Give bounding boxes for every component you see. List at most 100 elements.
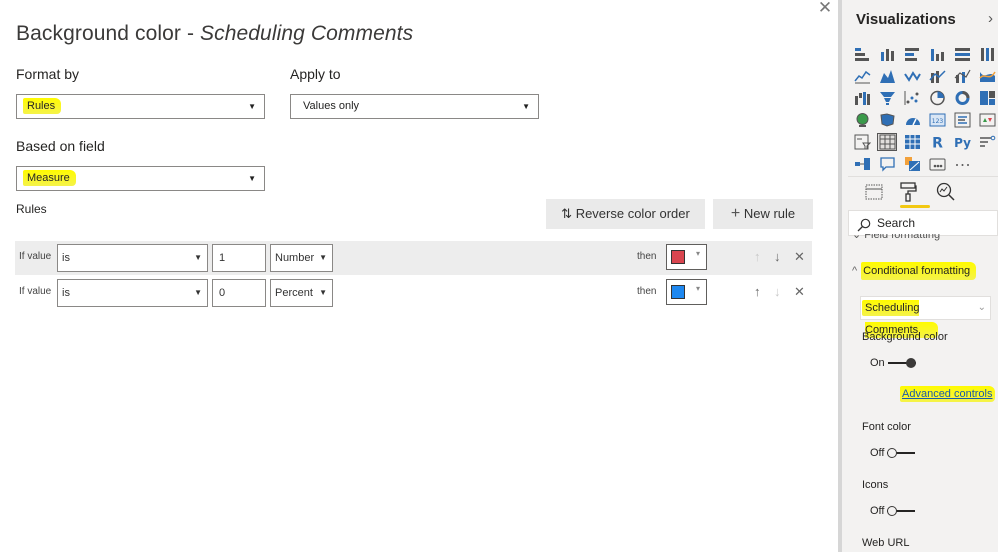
line-and-stacked-column-icon[interactable] [927, 67, 947, 85]
stacked-area-chart-icon[interactable] [902, 67, 922, 85]
if-value-label: If value [19, 286, 52, 297]
pie-chart-icon-glyph [929, 90, 945, 106]
clustered-column-chart-icon[interactable] [927, 45, 947, 63]
apply-to-value: Values only [303, 100, 360, 112]
active-tab-indicator [900, 205, 930, 208]
close-icon[interactable]: ✕ [817, 0, 833, 16]
remove-rule-icon[interactable]: ✕ [794, 284, 805, 300]
funnel-icon[interactable] [877, 89, 897, 107]
filled-map-icon-glyph [879, 113, 895, 127]
kpi-icon[interactable] [977, 111, 997, 129]
card-icon[interactable]: 123 [927, 111, 947, 129]
condition-select[interactable]: is ▼ [57, 244, 208, 272]
color-picker[interactable]: ▾ [666, 279, 707, 305]
chevron-down-icon: ▼ [194, 288, 202, 297]
analytics-icon[interactable] [934, 180, 958, 204]
filled-map-icon[interactable] [877, 111, 897, 129]
conditional-formatting-label: Conditional formatting [861, 262, 977, 280]
chevron-down-icon: ▾ [695, 249, 700, 258]
more-visuals-icon[interactable] [952, 155, 972, 173]
format-paint-roller-icon[interactable] [896, 180, 920, 204]
python-visual-icon[interactable]: Py [952, 133, 972, 151]
treemap-icon-glyph [979, 91, 995, 105]
clustered-bar-chart-icon[interactable] [902, 45, 922, 63]
based-on-field-value: Measure [23, 170, 76, 186]
100-stacked-column-chart-icon[interactable] [977, 45, 997, 63]
decomposition-tree-icon-glyph [854, 158, 870, 170]
matrix-icon[interactable] [902, 133, 922, 151]
color-swatch [671, 285, 685, 299]
title-prefix: Background color - [16, 22, 200, 45]
paginated-report-icon-glyph [929, 158, 945, 171]
pane-title: Visualizations [856, 11, 956, 28]
donut-chart-icon[interactable] [952, 89, 972, 107]
chevron-down-icon: ▾ [695, 284, 700, 293]
icons-toggle[interactable]: Off [870, 505, 916, 517]
field-formatting-section[interactable]: ⌄ Field formatting [852, 234, 940, 244]
table-icon[interactable] [877, 133, 897, 151]
100-stacked-bar-chart-icon[interactable] [952, 45, 972, 63]
key-influencers-icon[interactable] [977, 133, 997, 151]
chevron-down-icon: ▼ [248, 102, 256, 111]
pie-chart-icon[interactable] [927, 89, 947, 107]
color-picker[interactable]: ▾ [666, 244, 707, 270]
waterfall-chart-icon[interactable] [852, 89, 872, 107]
move-up-icon[interactable]: ↑ [754, 249, 761, 264]
search-input[interactable]: Search [848, 210, 998, 236]
chevron-down-icon: ⌄ [852, 234, 865, 241]
multi-row-card-icon[interactable] [952, 111, 972, 129]
move-up-icon[interactable]: ↑ [754, 284, 761, 299]
ribbon-chart-icon[interactable] [977, 67, 997, 85]
paginated-report-icon[interactable] [927, 155, 947, 173]
font-color-toggle[interactable]: Off [870, 447, 916, 459]
value-type-select[interactable]: Number ▼ [270, 244, 333, 272]
collapse-pane-icon[interactable]: › [988, 10, 993, 27]
map-icon[interactable] [852, 111, 872, 129]
scatter-chart-icon[interactable] [902, 89, 922, 107]
rules-label: Rules [16, 202, 47, 216]
condition-select[interactable]: is ▼ [57, 279, 208, 307]
100-stacked-column-chart-icon-glyph [980, 48, 994, 61]
move-down-icon[interactable]: ↓ [774, 284, 781, 299]
key-influencers-icon-glyph [979, 135, 995, 147]
reverse-color-order-label: Reverse color order [575, 206, 690, 221]
gauge-icon[interactable] [902, 111, 922, 129]
advanced-controls-link[interactable]: Advanced controls [900, 386, 995, 402]
treemap-icon[interactable] [977, 89, 997, 107]
map-icon-glyph [856, 113, 868, 127]
fields-tab-icon[interactable] [862, 180, 886, 204]
new-rule-button[interactable]: + New rule [713, 199, 813, 229]
svg-text:123: 123 [931, 118, 943, 125]
field-dropdown[interactable]: Scheduling Comments ⌄ [860, 296, 991, 338]
svg-text:R: R [932, 136, 943, 151]
condition-value: is [62, 252, 70, 264]
line-and-clustered-column-icon[interactable] [952, 67, 972, 85]
reverse-color-order-button[interactable]: ⇅ Reverse color order [546, 199, 705, 229]
slicer-icon[interactable] [852, 133, 872, 151]
card-icon-glyph: 123 [929, 113, 945, 127]
visuals-gallery: 123 R Py [852, 45, 998, 177]
stacked-bar-chart-icon[interactable] [852, 45, 872, 63]
move-down-icon[interactable]: ↓ [774, 249, 781, 264]
stacked-area-chart-icon-glyph [903, 71, 921, 82]
toggle-state: Off [870, 447, 885, 459]
qa-icon[interactable] [877, 155, 897, 173]
stacked-column-chart-icon[interactable] [877, 45, 897, 63]
chevron-down-icon: ▼ [522, 102, 530, 111]
line-chart-icon[interactable] [852, 67, 872, 85]
background-color-toggle[interactable]: On [870, 357, 916, 369]
funnel-icon-glyph [879, 92, 895, 105]
rule-value-input[interactable]: 0 [212, 279, 266, 307]
format-by-select[interactable]: Rules ▼ [16, 94, 265, 119]
value-type-select[interactable]: Percent ▼ [270, 279, 333, 307]
r-visual-icon[interactable]: R [927, 133, 947, 151]
area-chart-icon[interactable] [877, 67, 897, 85]
rule-value-input[interactable]: 1 [212, 244, 266, 272]
based-on-field-select[interactable]: Measure ▼ [16, 166, 265, 191]
toggle-track [887, 448, 916, 458]
decomposition-tree-icon[interactable] [852, 155, 872, 173]
apply-to-select[interactable]: Values only ▼ [290, 94, 539, 119]
conditional-formatting-section[interactable]: ^ Conditional formatting [852, 262, 977, 280]
remove-rule-icon[interactable]: ✕ [794, 249, 805, 265]
smart-narrative-icon[interactable] [902, 155, 922, 173]
